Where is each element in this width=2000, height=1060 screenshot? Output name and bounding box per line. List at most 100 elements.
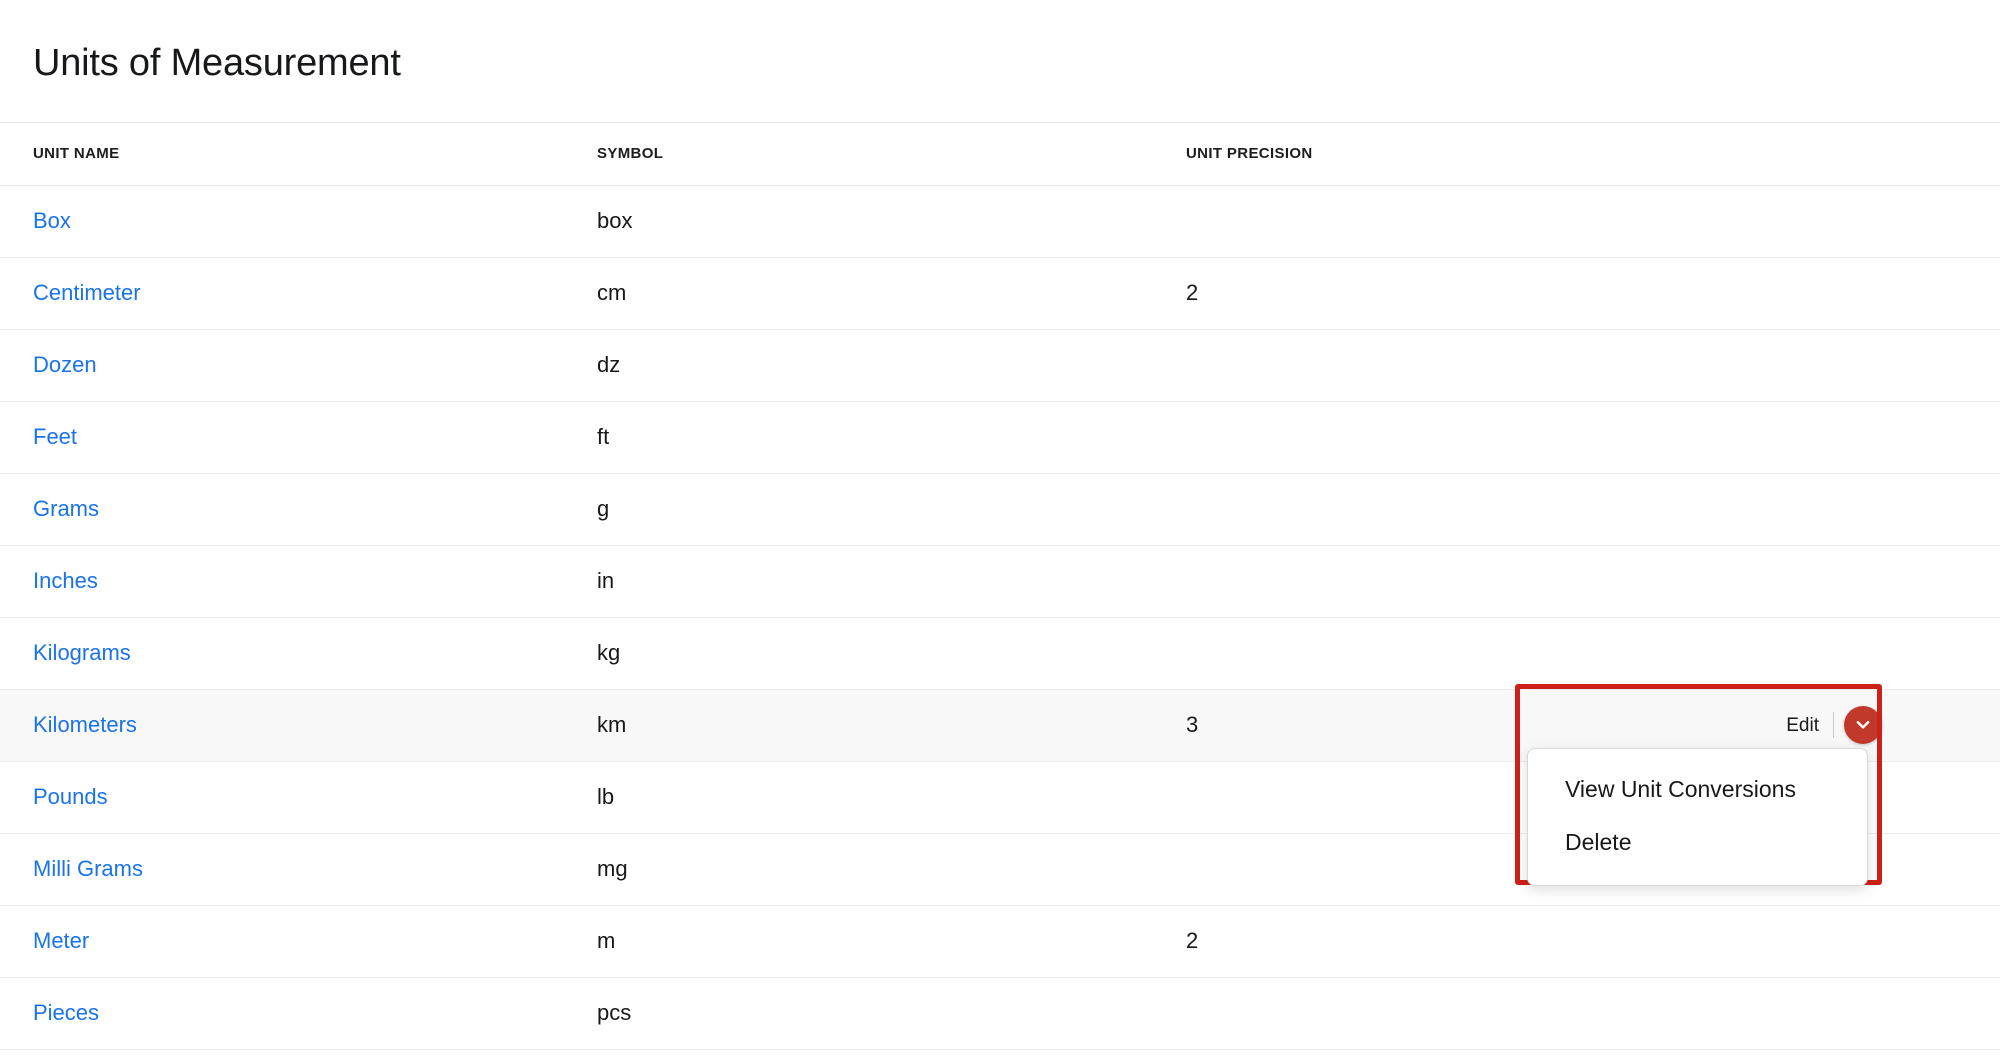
cell-unit-name: Milli Grams	[0, 833, 564, 906]
table-row: Kilograms kg	[0, 617, 2000, 690]
cell-symbol: ft	[564, 401, 1153, 474]
cell-actions	[1553, 401, 2000, 474]
symbol-text: kg	[597, 640, 621, 665]
cell-actions	[1553, 905, 2000, 978]
cell-symbol: mg	[564, 833, 1153, 906]
symbol-text: pcs	[597, 1000, 632, 1025]
table-row: Inches in	[0, 545, 2000, 618]
cell-unit-precision: 2	[1153, 257, 1553, 330]
symbol-text: lb	[597, 784, 615, 809]
cell-unit-precision: 3	[1153, 689, 1553, 762]
cell-unit-name: Feet	[0, 401, 564, 474]
cell-unit-name: Dozen	[0, 329, 564, 402]
cell-unit-precision	[1153, 761, 1553, 834]
unit-precision-text: 2	[1186, 928, 1199, 953]
cell-unit-precision	[1153, 401, 1553, 474]
cell-symbol: m	[564, 905, 1153, 978]
cell-unit-precision	[1153, 329, 1553, 402]
cell-unit-name: Grams	[0, 473, 564, 546]
dropdown-menu-item[interactable]: View Unit Conversions	[1528, 763, 1867, 816]
symbol-text: g	[597, 496, 610, 521]
symbol-text: in	[597, 568, 615, 593]
cell-actions	[1553, 329, 2000, 402]
cell-unit-name: Pieces	[0, 977, 564, 1050]
column-header-unit-precision: UNIT PRECISION	[1153, 123, 1553, 186]
cell-unit-precision	[1153, 185, 1553, 258]
unit-name-link[interactable]: Kilometers	[33, 712, 137, 737]
cell-symbol: kg	[564, 617, 1153, 690]
cell-unit-name: Meter	[0, 905, 564, 978]
dropdown-menu-item[interactable]: Delete	[1528, 816, 1867, 869]
symbol-text: cm	[597, 280, 627, 305]
cell-symbol: box	[564, 185, 1153, 258]
page-title: Units of Measurement	[33, 42, 401, 85]
symbol-text: dz	[597, 352, 621, 377]
cell-actions	[1553, 185, 2000, 258]
cell-unit-name: Pounds	[0, 761, 564, 834]
column-header-actions	[1553, 123, 2000, 186]
chevron-down-icon	[1853, 715, 1873, 735]
cell-unit-name: Inches	[0, 545, 564, 618]
cell-unit-name: Kilograms	[0, 617, 564, 690]
cell-symbol: pcs	[564, 977, 1153, 1050]
unit-name-link[interactable]: Meter	[33, 928, 89, 953]
unit-name-link[interactable]: Grams	[33, 496, 99, 521]
row-actions-split-button: Edit	[1778, 706, 1882, 744]
cell-actions	[1553, 977, 2000, 1050]
cell-unit-precision: 2	[1153, 905, 1553, 978]
cell-unit-name: Kilometers	[0, 689, 564, 762]
symbol-text: km	[597, 712, 627, 737]
table-row: Feet ft	[0, 401, 2000, 474]
symbol-text: mg	[597, 856, 628, 881]
cell-actions	[1553, 473, 2000, 546]
cell-unit-precision	[1153, 617, 1553, 690]
table-row: Dozen dz	[0, 329, 2000, 402]
row-actions-caret-button[interactable]	[1844, 706, 1882, 744]
table-header-row: UNIT NAME SYMBOL UNIT PRECISION	[0, 123, 2000, 186]
cell-actions	[1553, 257, 2000, 330]
cell-unit-name: Box	[0, 185, 564, 258]
unit-name-link[interactable]: Inches	[33, 568, 98, 593]
symbol-text: m	[597, 928, 616, 953]
unit-name-link[interactable]: Feet	[33, 424, 77, 449]
column-header-unit-name: UNIT NAME	[0, 123, 564, 186]
units-table: UNIT NAME SYMBOL UNIT PRECISION Box box Ce…	[0, 123, 2000, 1050]
cell-actions	[1553, 617, 2000, 690]
table-row: Grams g	[0, 473, 2000, 546]
cell-unit-name: Centimeter	[0, 257, 564, 330]
cell-unit-precision	[1153, 473, 1553, 546]
cell-unit-precision	[1153, 833, 1553, 906]
unit-name-link[interactable]: Centimeter	[33, 280, 141, 305]
unit-precision-text: 3	[1186, 712, 1199, 737]
page-root: Units of Measurement UNIT NAME SYMBOL UN…	[0, 0, 2000, 1060]
table-row: Pieces pcs	[0, 977, 2000, 1050]
unit-name-link[interactable]: Pounds	[33, 784, 108, 809]
table-row: Box box	[0, 185, 2000, 258]
table-body: Box box Centimeter cm 2 Dozen dz Feet ft Grams g In…	[0, 185, 2000, 1050]
unit-name-link[interactable]: Kilograms	[33, 640, 131, 665]
split-button-divider	[1833, 712, 1834, 738]
unit-name-link[interactable]: Milli Grams	[33, 856, 143, 881]
unit-name-link[interactable]: Dozen	[33, 352, 97, 377]
row-actions-dropdown-menu[interactable]: View Unit Conversions Delete	[1527, 748, 1868, 886]
cell-symbol: in	[564, 545, 1153, 618]
table-row: Centimeter cm 2	[0, 257, 2000, 330]
cell-symbol: dz	[564, 329, 1153, 402]
cell-symbol: lb	[564, 761, 1153, 834]
cell-symbol: cm	[564, 257, 1153, 330]
symbol-text: box	[597, 208, 633, 233]
unit-name-link[interactable]: Box	[33, 208, 71, 233]
table-row: Meter m 2	[0, 905, 2000, 978]
symbol-text: ft	[597, 424, 610, 449]
unit-precision-text: 2	[1186, 280, 1199, 305]
table-head: UNIT NAME SYMBOL UNIT PRECISION	[0, 123, 2000, 186]
cell-actions	[1553, 545, 2000, 618]
unit-name-link[interactable]: Pieces	[33, 1000, 99, 1025]
column-header-symbol: SYMBOL	[564, 123, 1153, 186]
edit-button[interactable]: Edit	[1778, 712, 1833, 739]
page-header: Units of Measurement	[0, 0, 2000, 123]
cell-unit-precision	[1153, 545, 1553, 618]
cell-symbol: km	[564, 689, 1153, 762]
cell-symbol: g	[564, 473, 1153, 546]
cell-unit-precision	[1153, 977, 1553, 1050]
